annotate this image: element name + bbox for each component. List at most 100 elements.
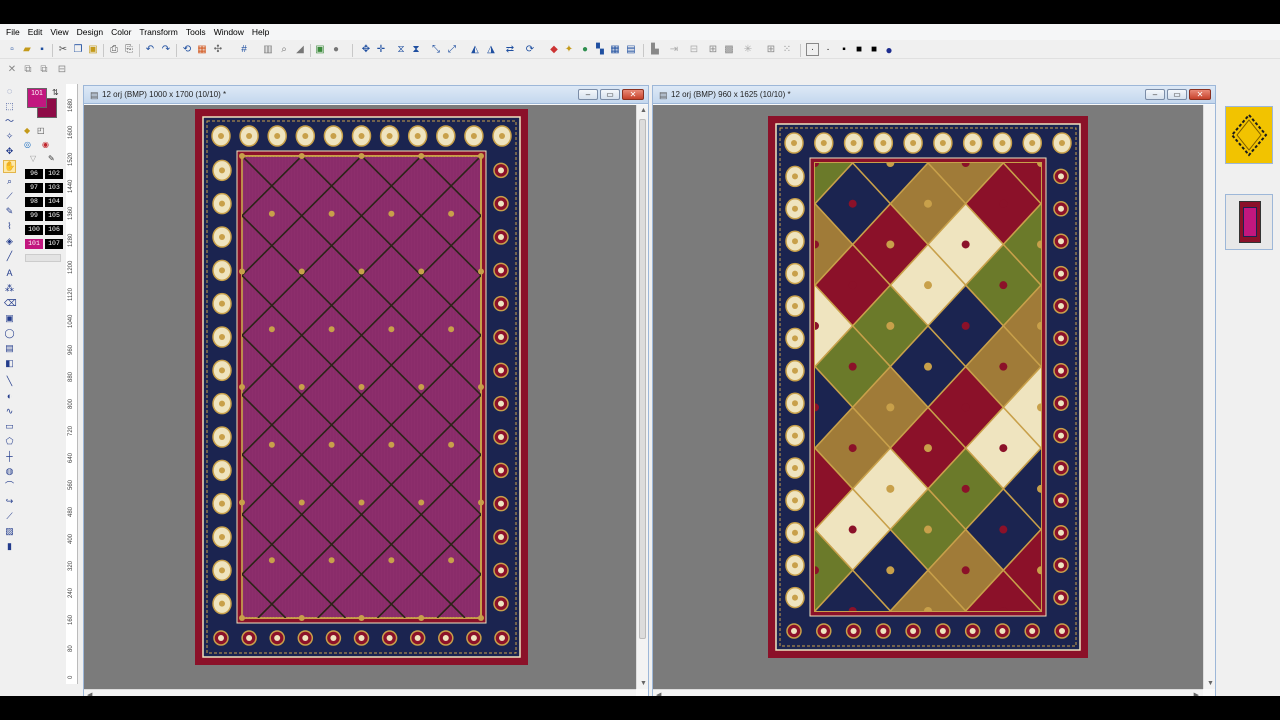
tile-icon[interactable]: ▦ bbox=[609, 44, 621, 56]
eraser-icon[interactable]: ⌫ bbox=[4, 298, 17, 309]
skew-icon[interactable]: ⤢ bbox=[446, 44, 458, 56]
scroll-left-icon[interactable]: ◀ bbox=[87, 691, 92, 696]
maximize-button[interactable]: ▭ bbox=[1167, 89, 1187, 100]
globe-icon[interactable]: ● bbox=[579, 44, 591, 56]
scroll-right-icon[interactable]: ▶ bbox=[1194, 691, 1199, 696]
free-select-icon[interactable]: 〜 bbox=[4, 116, 15, 127]
pencil-icon[interactable]: ✎ bbox=[4, 206, 15, 217]
maximize-button[interactable]: ▭ bbox=[600, 89, 620, 100]
warp-tool-icon[interactable]: ◍ bbox=[4, 466, 15, 477]
arc-tool-icon[interactable]: ⌒ bbox=[4, 481, 15, 492]
carpet-design-1[interactable] bbox=[84, 105, 636, 671]
lasso-icon[interactable]: ◌ bbox=[4, 86, 15, 97]
export-icon[interactable]: ⇥ bbox=[668, 44, 680, 56]
fill-bucket-icon[interactable]: ◈ bbox=[4, 236, 15, 247]
undo-icon[interactable]: ↶ bbox=[144, 44, 156, 56]
minimize-button[interactable]: – bbox=[1145, 89, 1165, 100]
close-button[interactable]: ✕ bbox=[622, 89, 644, 100]
palette-cell-selected[interactable]: 101 bbox=[25, 239, 43, 249]
palette-cell[interactable]: 106 bbox=[45, 225, 63, 235]
redo-icon[interactable]: ↷ bbox=[160, 44, 172, 56]
bg-mode-icon[interactable]: ◉ bbox=[42, 140, 49, 149]
palette-cell[interactable]: 97 bbox=[25, 183, 43, 193]
chart-icon[interactable]: ▙ bbox=[649, 44, 661, 56]
gradient-icon[interactable]: ◢ bbox=[294, 44, 306, 56]
pattern-icon[interactable]: ▚ bbox=[594, 44, 606, 56]
sparkle-icon[interactable]: ✳ bbox=[742, 44, 754, 56]
merge-icon[interactable]: ⧉ bbox=[38, 64, 50, 76]
repeat-icon[interactable]: ⟳ bbox=[524, 44, 536, 56]
text-tool-icon[interactable]: A bbox=[4, 268, 15, 279]
window-1-titlebar[interactable]: ▤ 12 orj (BMP) 1000 x 1700 (10/10) * – ▭… bbox=[84, 86, 648, 104]
frame-mode-icon[interactable]: ◰ bbox=[37, 126, 45, 135]
measure-tool-icon[interactable]: ┼ bbox=[4, 451, 15, 462]
mirror-icon[interactable]: ⧖ bbox=[395, 44, 407, 56]
circle-tool-icon[interactable]: ◐ bbox=[4, 391, 15, 402]
hook-tool-icon[interactable]: ↪ bbox=[4, 496, 15, 507]
close-button[interactable]: ✕ bbox=[1189, 89, 1211, 100]
flip-icon[interactable]: ⧗ bbox=[410, 44, 422, 56]
line-tool-icon[interactable]: ╱ bbox=[4, 251, 15, 262]
grid-icon[interactable]: # bbox=[238, 44, 250, 56]
ellipse-tool-icon[interactable]: ◯ bbox=[4, 328, 15, 339]
palette-cell[interactable]: 104 bbox=[45, 197, 63, 207]
gradient-tool-icon[interactable]: ▤ bbox=[4, 343, 15, 354]
palette-cell[interactable]: 102 bbox=[45, 169, 63, 179]
palette-cell[interactable]: 98 bbox=[25, 197, 43, 207]
zoom-tool-icon[interactable]: ⌕ bbox=[4, 176, 15, 187]
polygon-tool-icon[interactable]: ⬠ bbox=[4, 436, 15, 447]
spray-icon[interactable]: ⁂ bbox=[4, 283, 15, 294]
foreground-color-swatch[interactable]: 101 bbox=[27, 88, 47, 108]
palette-cell[interactable]: 103 bbox=[45, 183, 63, 193]
window-2-titlebar[interactable]: ▤ 12 orj (BMP) 960 x 1625 (10/10) * – ▭ … bbox=[653, 86, 1215, 104]
stamp-icon[interactable]: ▣ bbox=[314, 44, 326, 56]
move-vertical-icon[interactable]: ✛ bbox=[375, 44, 387, 56]
scroll-down-icon[interactable]: ▼ bbox=[1207, 680, 1214, 687]
layout-icon[interactable]: ▤ bbox=[625, 44, 637, 56]
settings-icon[interactable]: ⊟ bbox=[56, 64, 68, 76]
straight-line-icon[interactable]: ╲ bbox=[4, 376, 15, 387]
move-tool-icon[interactable]: ✥ bbox=[4, 146, 15, 157]
print-preview-icon[interactable]: ⎘ bbox=[123, 44, 135, 56]
bulb-icon[interactable]: ◆ bbox=[24, 126, 30, 135]
stamp-tool-icon[interactable]: ▣ bbox=[4, 313, 15, 324]
dotted-grid-icon[interactable]: ⁙ bbox=[781, 44, 793, 56]
brush-size-3-icon[interactable]: ▪ bbox=[838, 44, 850, 56]
copy-icon[interactable]: ❐ bbox=[72, 44, 84, 56]
horizontal-scrollbar-2[interactable]: ◀ ▶ bbox=[653, 689, 1203, 696]
move-horizontal-icon[interactable]: ✥ bbox=[360, 44, 372, 56]
menu-edit[interactable]: Edit bbox=[24, 24, 47, 40]
save-icon[interactable]: ▪ bbox=[36, 44, 48, 56]
swap-colors-icon[interactable]: ⇅ bbox=[52, 88, 59, 97]
design-thumbnail[interactable] bbox=[1225, 194, 1273, 250]
brush-size-1-icon[interactable]: · bbox=[806, 43, 819, 56]
rect-select-icon[interactable]: ⬚ bbox=[4, 101, 15, 112]
menu-tools[interactable]: Tools bbox=[182, 24, 210, 40]
menu-file[interactable]: File bbox=[2, 24, 24, 40]
open-icon[interactable]: ▰ bbox=[21, 44, 33, 56]
brush-size-5-icon[interactable]: ■ bbox=[868, 44, 880, 56]
horizontal-scrollbar-1[interactable]: ◀ bbox=[84, 689, 636, 696]
vertical-scrollbar-1[interactable]: ▲ ▼ bbox=[636, 105, 648, 689]
menu-color[interactable]: Color bbox=[107, 24, 135, 40]
vertical-scrollbar-2[interactable]: ▼ bbox=[1203, 105, 1215, 689]
triangle-icon[interactable]: ▽ bbox=[30, 154, 36, 163]
palette-cell[interactable]: 99 bbox=[25, 211, 43, 221]
pen-icon[interactable]: ✎ bbox=[48, 154, 55, 163]
canvas-area-2[interactable] bbox=[653, 105, 1203, 689]
palette-scrollbar[interactable] bbox=[25, 254, 61, 262]
scale-icon[interactable]: ⤡ bbox=[430, 44, 442, 56]
symmetry-icon[interactable]: ✣ bbox=[212, 44, 224, 56]
rect-tool-icon[interactable]: ▭ bbox=[4, 421, 15, 432]
frame-icon[interactable]: ▩ bbox=[723, 44, 735, 56]
cut-icon[interactable]: ✂ bbox=[57, 44, 69, 56]
align-right-icon[interactable]: ◮ bbox=[485, 44, 497, 56]
scroll-left-icon[interactable]: ◀ bbox=[656, 691, 661, 696]
menu-transform[interactable]: Transform bbox=[135, 24, 181, 40]
color-icon[interactable]: ▦ bbox=[196, 44, 208, 56]
bar-tool-icon[interactable]: ▮ bbox=[4, 541, 15, 552]
crop-icon[interactable]: ⊞ bbox=[707, 44, 719, 56]
palette-cell[interactable]: 100 bbox=[25, 225, 43, 235]
menu-window[interactable]: Window bbox=[210, 24, 248, 40]
palette-cell[interactable]: 96 bbox=[25, 169, 43, 179]
